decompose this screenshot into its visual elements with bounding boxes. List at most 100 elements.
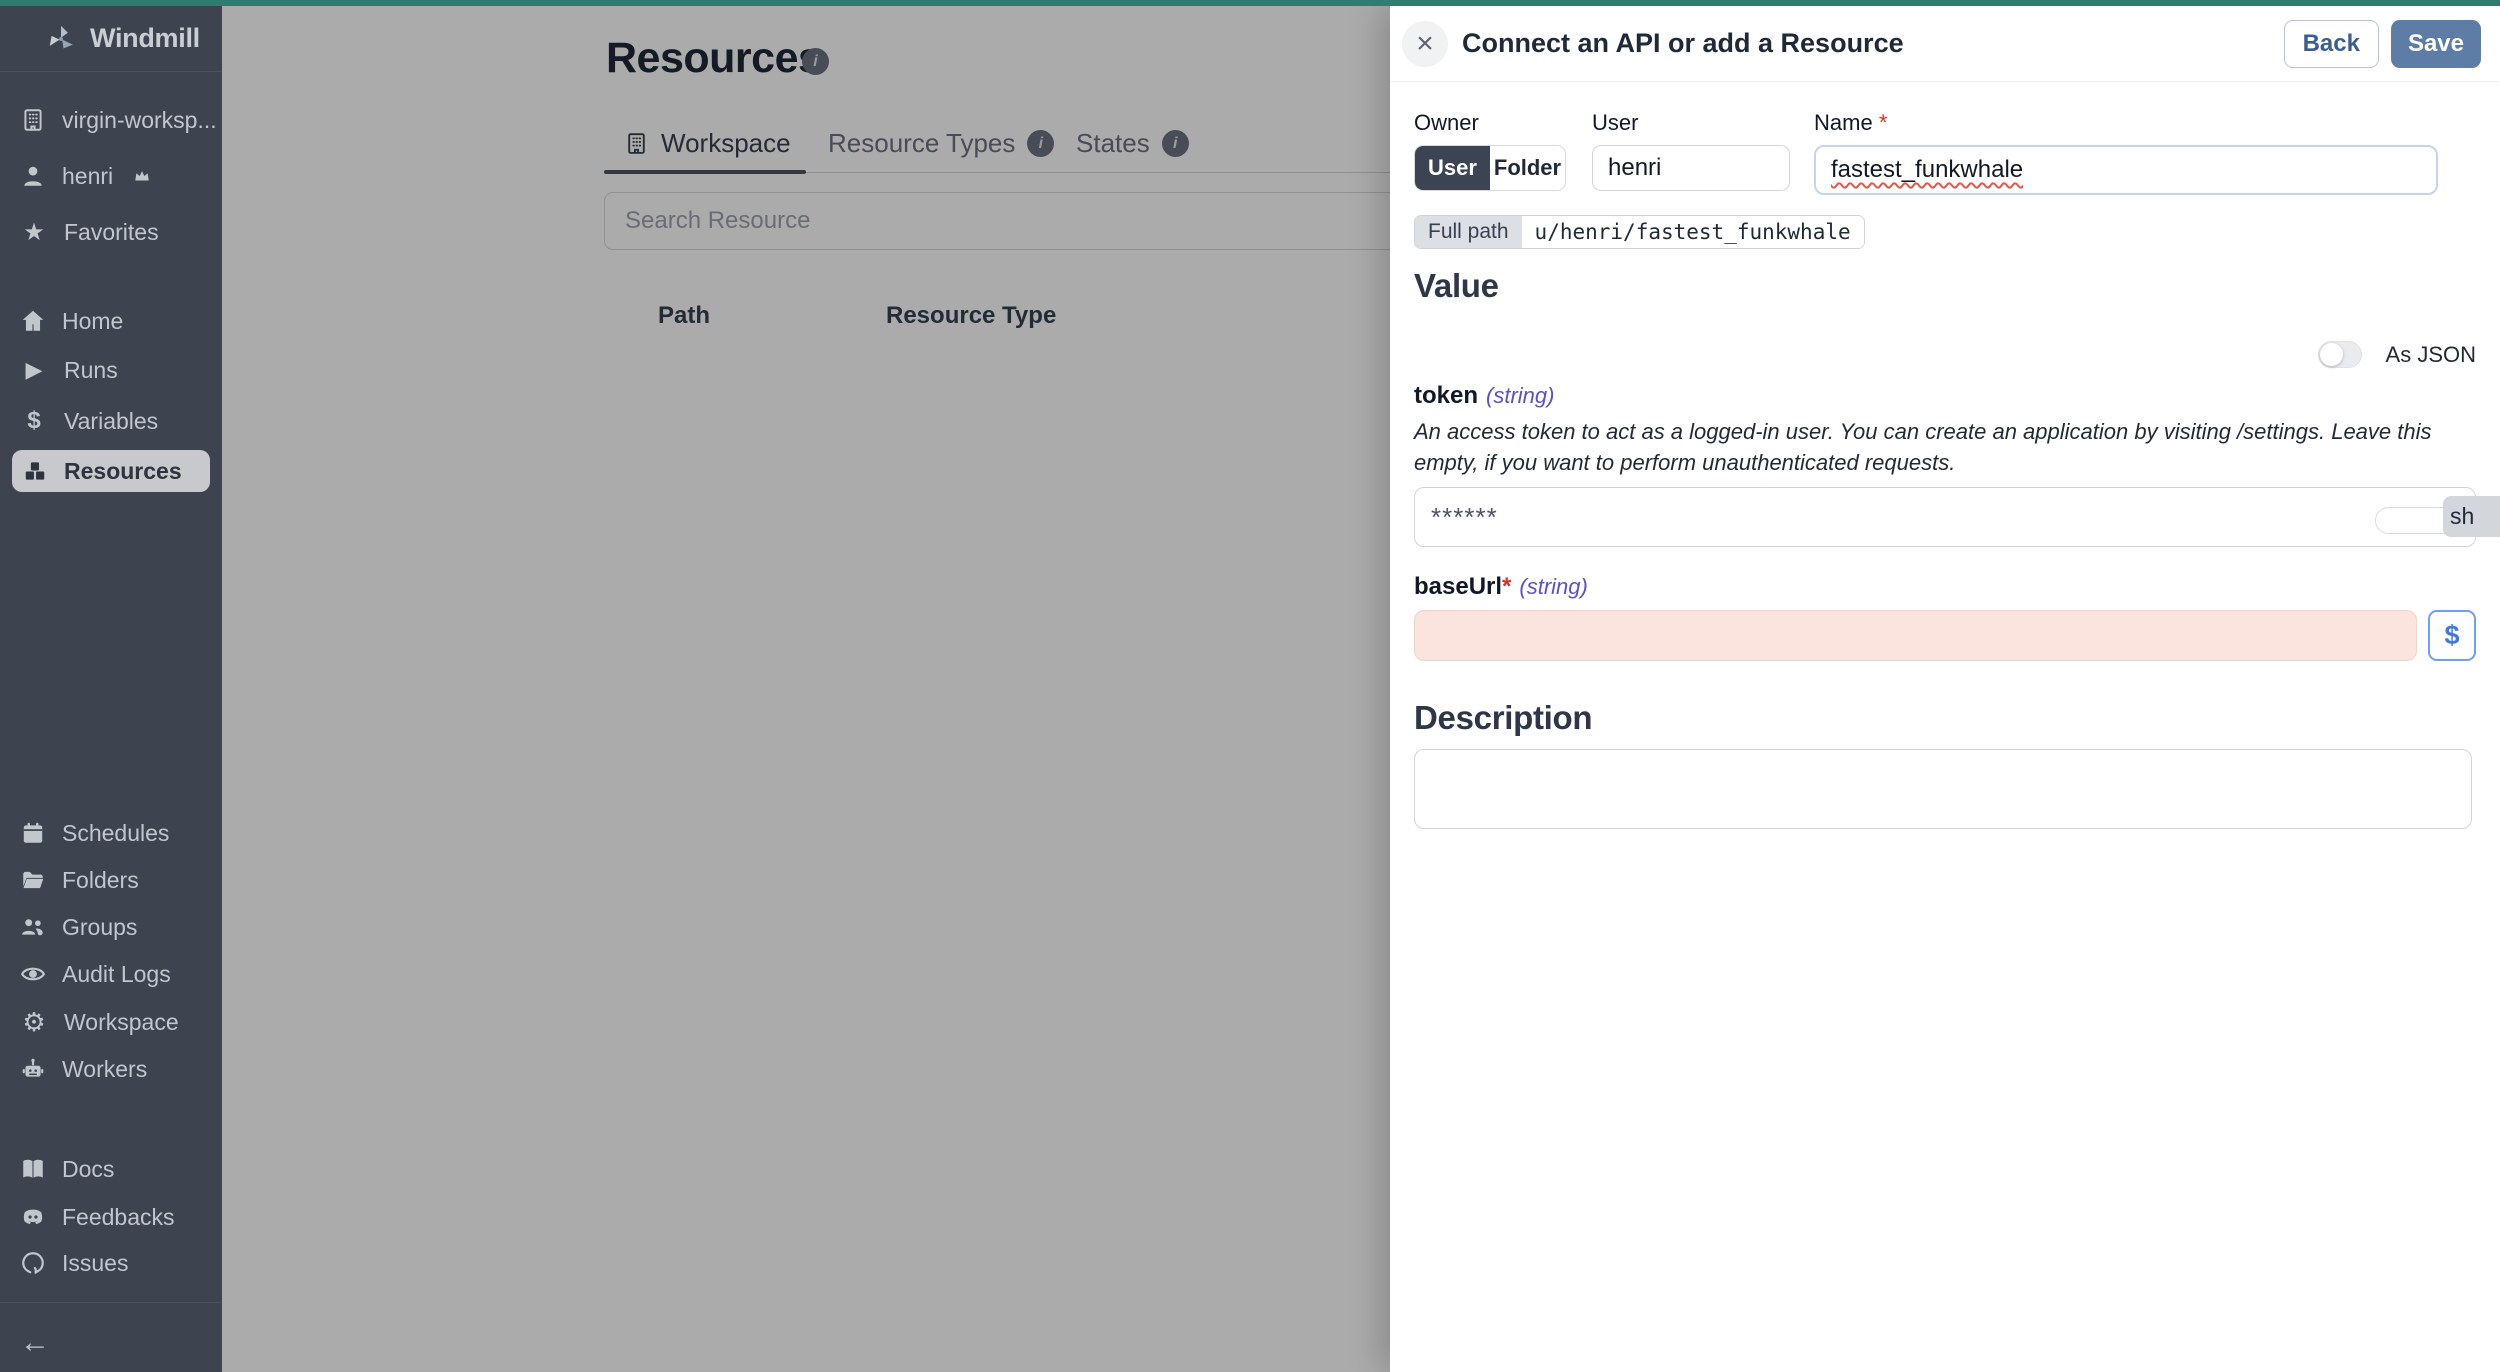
- sidebar-item-resources[interactable]: Resources: [12, 450, 210, 492]
- baseurl-field[interactable]: [1414, 610, 2417, 661]
- group-icon: [20, 914, 46, 940]
- token-type-annotation: (string): [1486, 383, 1554, 408]
- favorites-label: Favorites: [64, 219, 159, 246]
- sidebar-item-groups[interactable]: Groups: [20, 908, 137, 946]
- calendar-icon: [20, 820, 46, 846]
- user-label: User: [1592, 110, 1790, 136]
- baseurl-property-label: baseUrl*(string): [1414, 573, 2476, 601]
- baseurl-type-annotation: (string): [1519, 574, 1587, 599]
- drawer-body: Owner User Folder User henri Name *: [1390, 82, 2500, 834]
- toggle-knob: [2320, 343, 2343, 366]
- account-menu[interactable]: henri: [20, 157, 151, 195]
- sidebar-item-workspace-settings[interactable]: ⚙ Workspace: [20, 1003, 179, 1041]
- folders-label: Folders: [62, 867, 139, 894]
- sidebar-item-audit-logs[interactable]: Audit Logs: [20, 955, 171, 993]
- brand-name: Windmill: [90, 23, 200, 54]
- home-label: Home: [62, 308, 123, 335]
- workspace-selector[interactable]: virgin-worksp...: [20, 101, 217, 139]
- dollar-icon: $: [20, 407, 48, 435]
- path-form-row: Owner User Folder User henri Name *: [1414, 110, 2476, 195]
- full-path-value: u/henri/fastest_funkwhale: [1522, 216, 1864, 248]
- full-path-label: Full path: [1415, 216, 1522, 248]
- github-icon: [20, 1250, 46, 1276]
- discord-icon: [20, 1204, 46, 1230]
- robot-icon: [20, 1056, 46, 1082]
- sidebar-item-folders[interactable]: Folders: [20, 861, 139, 899]
- docs-label: Docs: [62, 1156, 114, 1183]
- owner-toggle: User Folder: [1414, 145, 1566, 191]
- as-json-label: As JSON: [2386, 342, 2476, 368]
- sidebar-divider: [0, 1302, 222, 1303]
- owner-option-user[interactable]: User: [1415, 146, 1490, 190]
- sidebar-item-variables[interactable]: $ Variables: [20, 402, 158, 440]
- sidebar: Windmill virgin-worksp... henri ★ Favori…: [0, 6, 222, 1372]
- arrow-left-icon: ←: [20, 1326, 48, 1360]
- token-description: An access token to act as a logged-in us…: [1414, 416, 2474, 478]
- sidebar-item-runs[interactable]: ▶ Runs: [20, 351, 118, 389]
- windmill-app: Windmill virgin-worksp... henri ★ Favori…: [0, 0, 2500, 1372]
- windmill-logo-icon: [46, 24, 76, 54]
- crown-icon: [133, 167, 151, 185]
- user-field[interactable]: henri: [1592, 145, 1790, 191]
- save-button[interactable]: Save: [2391, 20, 2481, 68]
- required-asterisk: *: [1502, 573, 1511, 600]
- close-drawer-button[interactable]: ×: [1402, 21, 1448, 67]
- runs-label: Runs: [64, 357, 118, 384]
- audit-logs-label: Audit Logs: [62, 961, 171, 988]
- full-path-pill: Full path u/henri/fastest_funkwhale: [1414, 215, 1865, 249]
- token-field[interactable]: ****** sh: [1414, 487, 2476, 547]
- play-icon: ▶: [20, 357, 48, 383]
- name-field-value: fastest_funkwhale: [1831, 156, 2023, 184]
- sidebar-item-schedules[interactable]: Schedules: [20, 814, 169, 852]
- user-field-value: henri: [1608, 154, 1661, 182]
- folder-icon: [20, 867, 46, 893]
- show-password-button[interactable]: sh: [2443, 496, 2500, 537]
- baseurl-row: $: [1414, 610, 2476, 661]
- book-icon: [20, 1156, 46, 1182]
- sidebar-item-issues[interactable]: Issues: [20, 1244, 128, 1282]
- feedbacks-label: Feedbacks: [62, 1204, 175, 1231]
- sidebar-item-home[interactable]: Home: [20, 302, 123, 340]
- schedules-label: Schedules: [62, 820, 169, 847]
- insert-variable-button[interactable]: $: [2428, 610, 2476, 661]
- variables-label: Variables: [64, 408, 158, 435]
- collapse-sidebar-button[interactable]: ←: [20, 1324, 48, 1362]
- description-textarea[interactable]: [1414, 749, 2472, 829]
- building-icon: [20, 107, 46, 133]
- workspace-selector-label: virgin-worksp...: [62, 107, 217, 134]
- home-icon: [20, 308, 46, 334]
- add-resource-drawer: × Connect an API or add a Resource Back …: [1390, 6, 2500, 1372]
- sidebar-item-docs[interactable]: Docs: [20, 1150, 114, 1188]
- sidebar-item-workers[interactable]: Workers: [20, 1050, 147, 1088]
- description-section-heading: Description: [1414, 699, 2476, 737]
- star-icon: ★: [20, 218, 48, 247]
- name-field[interactable]: fastest_funkwhale: [1814, 145, 2438, 195]
- drawer-header: × Connect an API or add a Resource Back …: [1390, 6, 2500, 82]
- issues-label: Issues: [62, 1250, 128, 1277]
- name-label: Name *: [1814, 110, 2438, 136]
- required-asterisk: *: [1879, 110, 1888, 135]
- as-json-toggle[interactable]: [2318, 341, 2362, 368]
- modal-overlay[interactable]: [222, 6, 1390, 1372]
- sidebar-item-favorites[interactable]: ★ Favorites: [20, 213, 159, 251]
- owner-label: Owner: [1414, 110, 1566, 136]
- token-masked-value: ******: [1431, 502, 1498, 533]
- top-accent-bar: [0, 0, 2500, 6]
- user-icon: [20, 163, 46, 189]
- drawer-title: Connect an API or add a Resource: [1462, 28, 2284, 59]
- workers-label: Workers: [62, 1056, 147, 1083]
- eye-icon: [20, 961, 46, 987]
- owner-option-folder[interactable]: Folder: [1490, 146, 1565, 190]
- workspace-settings-label: Workspace: [64, 1009, 179, 1036]
- sidebar-item-feedbacks[interactable]: Feedbacks: [20, 1198, 175, 1236]
- as-json-row: As JSON: [1414, 341, 2476, 368]
- value-section-heading: Value: [1414, 267, 2476, 305]
- account-username: henri: [62, 163, 113, 190]
- resources-label: Resources: [64, 458, 182, 485]
- gear-icon: ⚙: [20, 1007, 48, 1038]
- brand: Windmill: [0, 6, 222, 72]
- boxes-icon: [22, 458, 48, 484]
- back-button[interactable]: Back: [2284, 20, 2379, 68]
- token-property-label: token(string): [1414, 382, 2476, 410]
- groups-label: Groups: [62, 914, 137, 941]
